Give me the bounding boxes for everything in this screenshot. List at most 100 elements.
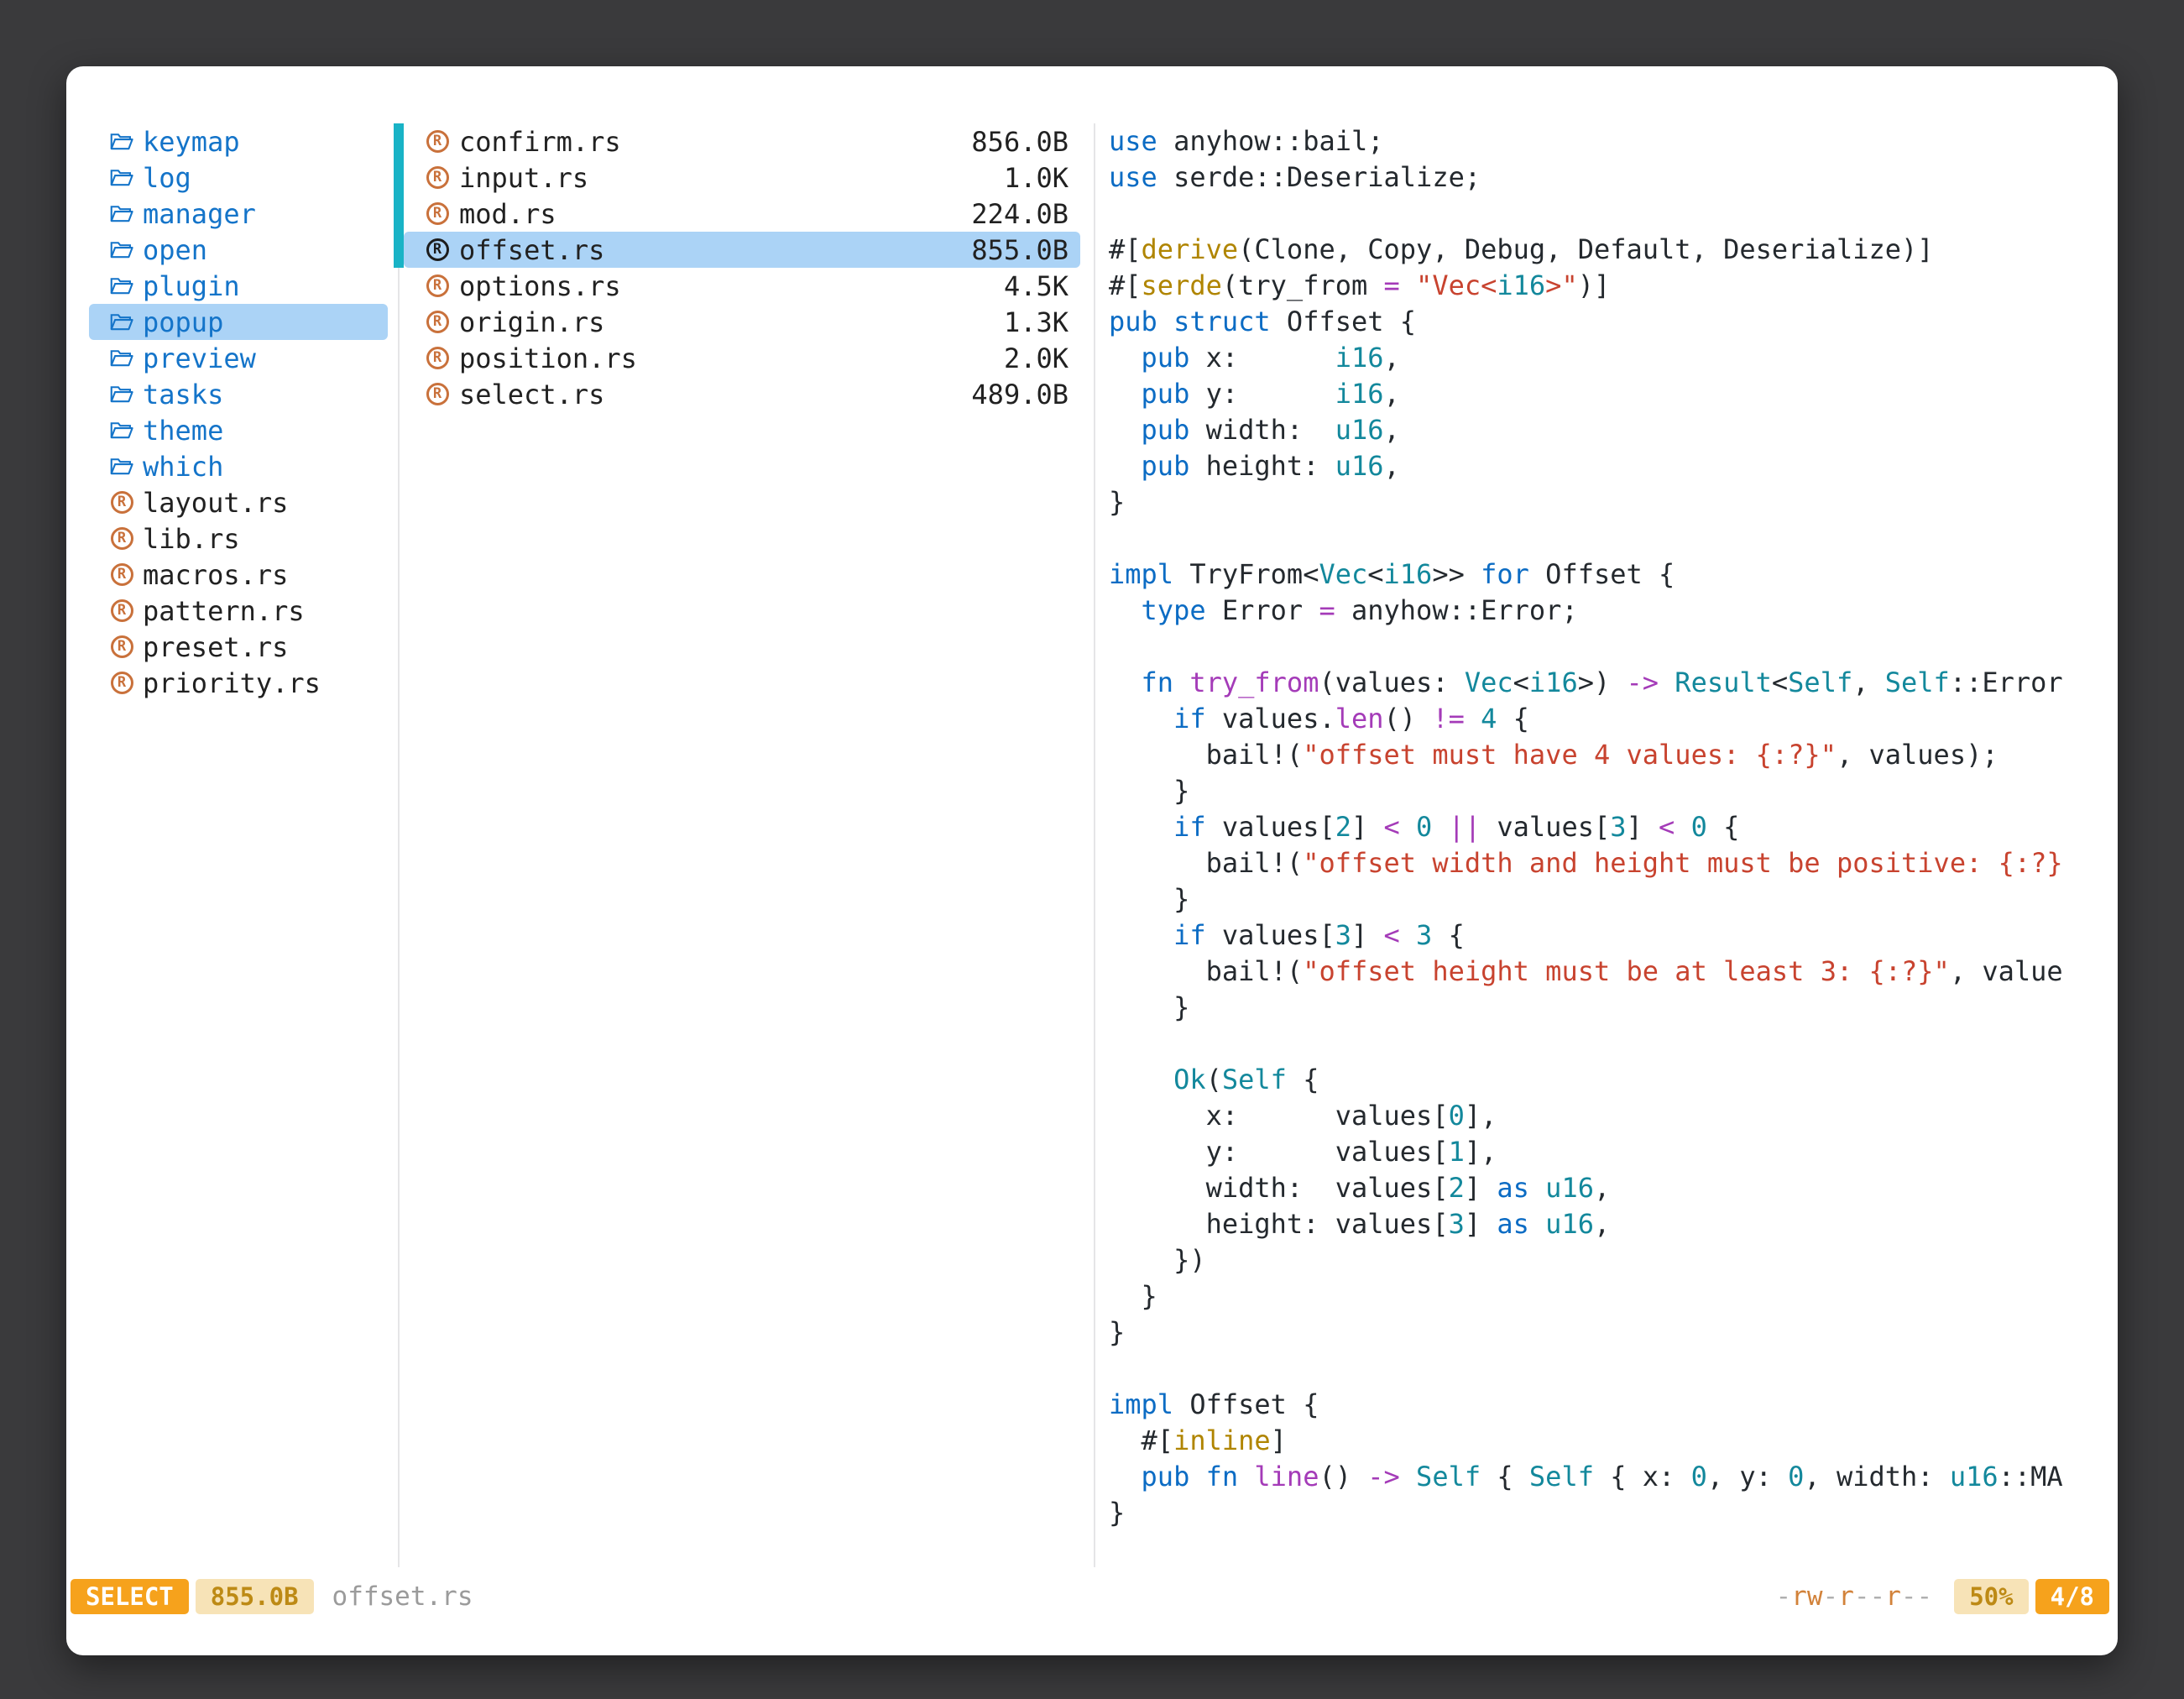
item-label: manager: [143, 198, 256, 230]
file-size: 1.3K: [1004, 306, 1068, 338]
code-line: if values[3] < 3 {: [1109, 917, 2109, 954]
code-line: }: [1109, 484, 2109, 520]
file-size: 4.5K: [1004, 270, 1068, 302]
sidebar-item-keymap[interactable]: keymap: [89, 123, 388, 159]
folder-icon: [108, 454, 135, 479]
item-label: priority.rs: [143, 667, 321, 699]
folder-icon: [108, 201, 135, 227]
file-size: 2.0K: [1004, 342, 1068, 374]
item-label: lib.rs: [143, 523, 240, 555]
rust-file-icon: R: [108, 671, 135, 696]
code-line: [1109, 520, 2109, 557]
file-permissions: -rw-r--r--: [1776, 1581, 1933, 1612]
item-label: macros.rs: [143, 559, 288, 591]
code-line: [1109, 629, 2109, 665]
code-line: [1109, 196, 2109, 232]
sidebar-item-plugin[interactable]: plugin: [89, 268, 388, 304]
percent-badge: 50%: [1954, 1579, 2028, 1614]
file-name: confirm.rs: [459, 126, 971, 158]
item-label: popup: [143, 306, 223, 338]
code-line: }: [1109, 881, 2109, 917]
code-line: pub height: u16,: [1109, 448, 2109, 484]
code-line: use anyhow::bail;: [1109, 123, 2109, 159]
code-line: }: [1109, 1315, 2109, 1351]
folder-icon: [108, 382, 135, 407]
item-label: preset.rs: [143, 631, 288, 663]
code-line: }): [1109, 1242, 2109, 1278]
file-size: 855.0B: [971, 234, 1068, 266]
code-line: pub fn line() -> Self { Self { x: 0, y: …: [1109, 1459, 2109, 1495]
code-line: type Error = anyhow::Error;: [1109, 593, 2109, 629]
rust-file-icon: R: [424, 310, 451, 335]
code-preview: use anyhow::bail;use serde::Deserialize;…: [1109, 123, 2109, 1531]
file-row-confirm-rs[interactable]: Rconfirm.rs856.0B: [394, 123, 1095, 159]
rust-file-icon: R: [424, 346, 451, 371]
code-line: width: values[2] as u16,: [1109, 1170, 2109, 1206]
folder-icon: [108, 346, 135, 371]
folder-icon: [108, 238, 135, 263]
file-row-offset-rs[interactable]: Roffset.rs855.0B: [394, 232, 1095, 268]
sidebar-item-popup[interactable]: popup: [89, 304, 388, 340]
selection-marker: [394, 304, 404, 340]
folder-icon: [108, 165, 135, 191]
sidebar-item-preset-rs[interactable]: Rpreset.rs: [89, 629, 388, 665]
sidebar-item-theme[interactable]: theme: [89, 412, 388, 448]
position-badge: 4/8: [2035, 1579, 2109, 1614]
code-line: if values[2] < 0 || values[3] < 0 {: [1109, 809, 2109, 845]
rust-file-icon: R: [424, 274, 451, 299]
item-label: log: [143, 162, 191, 194]
file-name: mod.rs: [459, 198, 971, 230]
code-line: pub struct Offset {: [1109, 304, 2109, 340]
sidebar-item-lib-rs[interactable]: Rlib.rs: [89, 520, 388, 557]
file-row-origin-rs[interactable]: Rorigin.rs1.3K: [394, 304, 1095, 340]
selection-marker: [394, 268, 404, 304]
sidebar-item-log[interactable]: log: [89, 159, 388, 196]
code-line: [1109, 1351, 2109, 1387]
file-size: 856.0B: [971, 126, 1068, 158]
sidebar-item-layout-rs[interactable]: Rlayout.rs: [89, 484, 388, 520]
selection-marker: [394, 123, 404, 159]
rust-file-icon: R: [424, 238, 451, 263]
file-name: offset.rs: [459, 234, 971, 266]
code-line: pub y: i16,: [1109, 376, 2109, 412]
rust-file-icon: R: [424, 201, 451, 227]
sidebar-item-tasks[interactable]: tasks: [89, 376, 388, 412]
sidebar-item-which[interactable]: which: [89, 448, 388, 484]
code-line: x: values[0],: [1109, 1098, 2109, 1134]
sidebar-item-open[interactable]: open: [89, 232, 388, 268]
item-label: pattern.rs: [143, 595, 305, 627]
file-size-badge: 855.0B: [196, 1579, 314, 1614]
item-label: which: [143, 451, 223, 483]
code-line: pub x: i16,: [1109, 340, 2109, 376]
code-line: [1109, 1026, 2109, 1062]
file-row-options-rs[interactable]: Roptions.rs4.5K: [394, 268, 1095, 304]
sidebar-item-macros-rs[interactable]: Rmacros.rs: [89, 557, 388, 593]
code-line: bail!("offset height must be at least 3:…: [1109, 954, 2109, 990]
rust-file-icon: R: [424, 129, 451, 154]
file-size: 224.0B: [971, 198, 1068, 230]
code-line: #[serde(try_from = "Vec<i16>")]: [1109, 268, 2109, 304]
sidebar-item-preview[interactable]: preview: [89, 340, 388, 376]
yazi-file-manager-window: keymap log manageropenpluginpopuppreviewta…: [66, 66, 2118, 1655]
file-row-input-rs[interactable]: Rinput.rs1.0K: [394, 159, 1095, 196]
selection-marker: [394, 376, 404, 412]
file-name: select.rs: [459, 379, 971, 410]
code-line: bail!("offset must have 4 values: {:?}",…: [1109, 737, 2109, 773]
sidebar-item-manager[interactable]: manager: [89, 196, 388, 232]
sidebar-file-tree: keymap log manageropenpluginpopuppreviewta…: [89, 123, 388, 701]
selection-marker: [394, 232, 404, 268]
sidebar-item-priority-rs[interactable]: Rpriority.rs: [89, 665, 388, 701]
selection-marker: [394, 159, 404, 196]
file-name: options.rs: [459, 270, 1004, 302]
rust-file-icon: R: [108, 599, 135, 624]
status-bar: SELECT 855.0B offset.rs -rw-r--r-- 50% 4…: [66, 1578, 2118, 1615]
code-line: use serde::Deserialize;: [1109, 159, 2109, 196]
status-left: SELECT 855.0B offset.rs: [71, 1579, 473, 1614]
sidebar-item-pattern-rs[interactable]: Rpattern.rs: [89, 593, 388, 629]
file-row-position-rs[interactable]: Rposition.rs2.0K: [394, 340, 1095, 376]
item-label: keymap: [143, 126, 240, 158]
file-row-mod-rs[interactable]: Rmod.rs224.0B: [394, 196, 1095, 232]
file-row-select-rs[interactable]: Rselect.rs489.0B: [394, 376, 1095, 412]
code-line: Ok(Self {: [1109, 1062, 2109, 1098]
file-name: position.rs: [459, 342, 1004, 374]
